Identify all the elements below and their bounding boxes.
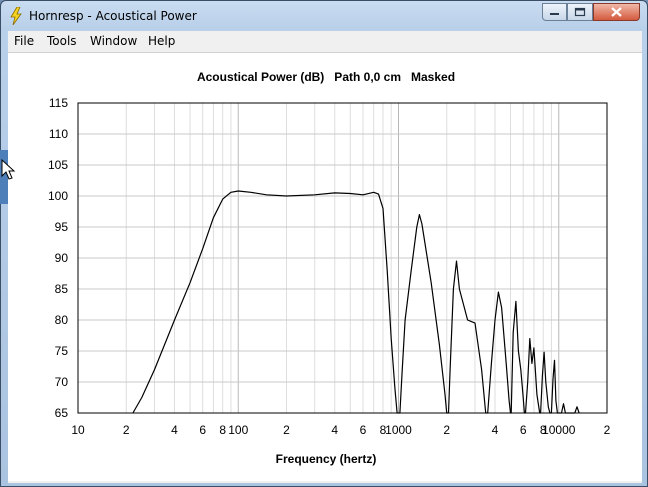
y-tick-label: 65 (55, 406, 69, 420)
close-button[interactable] (593, 3, 640, 21)
series-lines (132, 190, 580, 414)
maximize-icon (574, 7, 586, 17)
chart-title: Acoustical Power (dB) Path 0,0 cm Masked (197, 70, 455, 84)
x-tick-label: 2 (604, 423, 611, 437)
y-tick-label: 95 (55, 220, 69, 234)
x-tick-label: 1000 (385, 423, 412, 437)
close-icon (611, 7, 622, 17)
x-tick-label: 6 (360, 423, 367, 437)
mouse-cursor-icon (1, 159, 16, 180)
x-axis-label: Frequency (hertz) (276, 452, 377, 466)
x-tick-label: 4 (331, 423, 338, 437)
minimize-button[interactable] (542, 3, 567, 21)
y-tick-label: 110 (49, 127, 68, 141)
x-tick-label: 2 (123, 423, 130, 437)
acoustical-power-line (132, 190, 580, 414)
x-tick-label: 4 (492, 423, 499, 437)
status-strip (8, 481, 642, 483)
x-tick-label: 6 (199, 423, 206, 437)
menu-help[interactable]: Help (148, 34, 175, 48)
app-window: Hornresp - Acoustical Power File Tools W… (0, 0, 648, 487)
x-tick-label: 2 (443, 423, 450, 437)
y-tick-label: 105 (48, 158, 68, 172)
y-tick-label: 70 (55, 375, 69, 389)
y-tick-label: 115 (49, 96, 68, 110)
x-tick-label: 6 (520, 423, 527, 437)
x-tick-label: 2 (283, 423, 290, 437)
chart-area: Acoustical Power (dB) Path 0,0 cm Masked… (8, 53, 642, 481)
grid-lines (78, 102, 607, 414)
maximize-button[interactable] (567, 3, 593, 21)
y-tick-label: 80 (55, 313, 69, 327)
x-tick-label: 10 (71, 423, 85, 437)
acoustical-power-chart: Acoustical Power (dB) Path 0,0 cm Masked… (48, 70, 611, 466)
lightning-bolt-icon (10, 7, 22, 25)
menu-tools[interactable]: Tools (47, 34, 77, 48)
x-tick-label: 10000 (542, 423, 576, 437)
x-tick-label: 8 (219, 423, 226, 437)
y-tick-labels: 115 110 105 100 95 90 85 80 75 70 65 (48, 96, 68, 420)
title-bar[interactable]: Hornresp - Acoustical Power (1, 1, 647, 31)
x-tick-label: 100 (228, 423, 248, 437)
menu-bar: File Tools Window Help (8, 31, 642, 53)
x-tick-labels: 10 2 4 6 8 100 2 4 6 81000 2 4 6 810000 2 (71, 423, 610, 437)
x-tick-label: 4 (171, 423, 178, 437)
window-title: Hornresp - Acoustical Power (29, 9, 197, 23)
y-tick-label: 75 (55, 344, 69, 358)
y-tick-label: 100 (48, 189, 68, 203)
y-tick-label: 85 (55, 282, 69, 296)
menu-window[interactable]: Window (90, 34, 137, 48)
minimize-icon (550, 13, 559, 15)
menu-file[interactable]: File (14, 34, 34, 48)
y-tick-label: 90 (55, 251, 69, 265)
